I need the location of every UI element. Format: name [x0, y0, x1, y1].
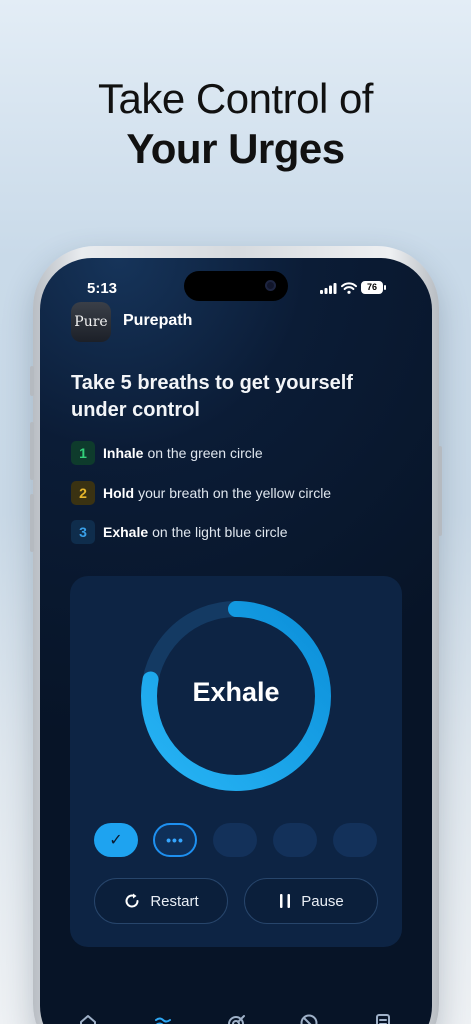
step-keyword: Inhale [103, 445, 144, 461]
promo-headline-line1: Take Control of [98, 75, 373, 122]
step-text: your breath on the yellow circle [138, 485, 332, 501]
tab-bar [40, 1012, 432, 1024]
volume-down-button [30, 494, 34, 552]
step-keyword: Hold [103, 485, 135, 501]
step-number: 1 [71, 441, 95, 465]
step-exhale: 3 Exhale on the light blue circle [71, 520, 288, 544]
step-number: 2 [71, 481, 95, 505]
step-inhale: 1 Inhale on the green circle [71, 441, 263, 465]
breathe-icon[interactable] [152, 1012, 174, 1024]
breath-indicator-1: ✓ [94, 823, 138, 857]
restart-icon [123, 892, 141, 910]
promo-headline-line2: Your Urges [126, 125, 345, 172]
promo-headline: Take Control of Your Urges [0, 74, 471, 174]
power-button [438, 446, 442, 536]
restart-button[interactable]: Restart [94, 878, 228, 924]
home-icon[interactable] [77, 1012, 99, 1024]
app-name: Purepath [123, 312, 193, 329]
breath-indicator-4 [273, 823, 317, 857]
app-logo[interactable]: Pure [71, 302, 111, 342]
breath-indicator-3 [213, 823, 257, 857]
step-keyword: Exhale [103, 524, 149, 540]
goals-icon[interactable] [225, 1012, 247, 1024]
pause-label: Pause [301, 892, 344, 910]
silent-switch [30, 366, 34, 396]
dynamic-island [184, 271, 288, 301]
battery-nub [384, 285, 386, 290]
step-text: on the light blue circle [152, 524, 288, 540]
breathing-card: Exhale ✓ ••• Restart Pause [70, 576, 402, 947]
breath-indicator-5 [333, 823, 377, 857]
step-number: 3 [71, 520, 95, 544]
volume-up-button [30, 422, 34, 480]
ellipsis-icon: ••• [166, 832, 184, 848]
exercise-title: Take 5 breaths to get yourself under con… [71, 372, 353, 421]
status-time: 5:13 [87, 280, 118, 297]
block-icon[interactable] [298, 1012, 320, 1024]
check-icon: ✓ [109, 832, 123, 849]
phase-label: Exhale [192, 677, 280, 707]
pause-icon [278, 893, 292, 909]
status-bar: 5:13 76 [40, 271, 432, 301]
battery-icon: 76 [361, 281, 383, 294]
step-hold: 2 Hold your breath on the yellow circle [71, 481, 331, 505]
wifi-icon [341, 282, 357, 294]
journal-icon[interactable] [372, 1012, 394, 1024]
phone-screen: 5:13 76 Pure Purepath Take 5 breaths to … [40, 258, 432, 1024]
signal-icon [320, 283, 337, 294]
restart-label: Restart [150, 892, 199, 910]
step-text: on the green circle [147, 445, 263, 461]
pause-button[interactable]: Pause [244, 878, 378, 924]
breath-indicator-2: ••• [153, 823, 197, 857]
camera-icon [265, 280, 276, 291]
